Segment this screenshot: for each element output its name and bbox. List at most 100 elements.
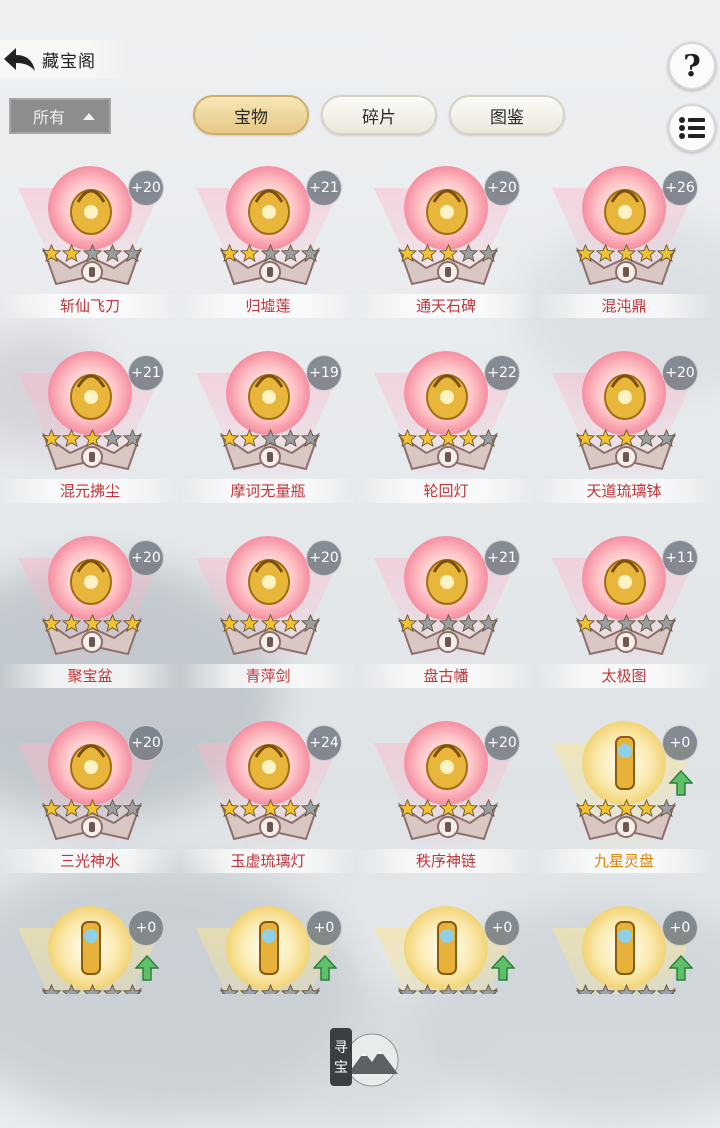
star-rating <box>398 614 498 633</box>
sword-icon <box>248 559 290 605</box>
treasure-item[interactable]: +20 秩序神链 <box>356 713 536 899</box>
star-filled-icon <box>62 244 82 263</box>
treasure-item[interactable]: +11 太极图 <box>534 528 714 714</box>
star-rating <box>42 244 142 263</box>
star-rating <box>220 984 320 994</box>
item-name: 三光神水 <box>0 849 180 873</box>
caret-up-icon <box>83 112 96 120</box>
enhance-level-badge: +22 <box>484 355 520 391</box>
tab-fragments[interactable]: 碎片 <box>321 95 437 135</box>
glass-bowl-icon <box>604 374 646 420</box>
enhance-level-badge: +20 <box>128 540 164 576</box>
enhance-level-badge: +20 <box>128 170 164 206</box>
treasure-item[interactable]: +20 聚宝盆 <box>0 528 180 714</box>
star-filled-icon <box>438 244 458 263</box>
treasure-item[interactable]: +0 九星灵盘 <box>534 713 714 899</box>
treasure-item[interactable]: +21 混元拂尘 <box>0 343 180 529</box>
lotus-icon <box>248 189 290 235</box>
star-empty-icon <box>220 984 239 994</box>
star-filled-icon <box>220 244 239 263</box>
star-empty-icon <box>596 614 616 633</box>
flying-blade-icon <box>70 189 112 235</box>
upgrade-arrow-icon[interactable] <box>669 769 693 797</box>
star-rating <box>576 244 676 263</box>
page-title: 藏宝阁 <box>42 51 96 72</box>
upgrade-arrow-icon[interactable] <box>313 954 337 982</box>
twin-swords-icon <box>437 921 457 975</box>
star-filled-icon <box>280 614 300 633</box>
upgrade-arrow-icon[interactable] <box>491 954 515 982</box>
star-empty-icon <box>42 984 61 994</box>
treasure-item[interactable]: +20 通天石碑 <box>356 158 536 344</box>
star-filled-icon <box>398 429 417 448</box>
treasure-item[interactable]: +20 三光神水 <box>0 713 180 899</box>
treasure-item[interactable]: +19 摩诃无量瓶 <box>178 343 358 529</box>
star-filled-icon <box>576 429 595 448</box>
star-filled-icon <box>616 429 636 448</box>
upgrade-arrow-icon[interactable] <box>135 954 159 982</box>
enhance-level-badge: +0 <box>662 910 698 946</box>
golden-staff-icon <box>259 921 279 975</box>
treasure-item[interactable]: +21 归墟莲 <box>178 158 358 344</box>
star-empty-icon <box>418 984 438 994</box>
star-filled-icon <box>82 799 102 818</box>
help-button[interactable]: ? <box>668 42 716 90</box>
tab-catalog[interactable]: 图鉴 <box>449 95 565 135</box>
star-empty-icon <box>301 429 320 448</box>
filter-dropdown[interactable]: 所有 <box>9 98 111 134</box>
enhance-level-badge: +0 <box>484 910 520 946</box>
treasure-item[interactable]: +22 轮回灯 <box>356 343 536 529</box>
star-empty-icon <box>458 244 478 263</box>
menu-list-button[interactable] <box>668 104 716 152</box>
tab-treasure[interactable]: 宝物 <box>193 95 309 135</box>
item-name: 斩仙飞刀 <box>0 294 180 318</box>
star-filled-icon <box>438 799 458 818</box>
star-empty-icon <box>240 984 260 994</box>
spear-icon <box>615 921 635 975</box>
star-empty-icon <box>102 429 122 448</box>
star-filled-icon <box>576 614 595 633</box>
star-filled-icon <box>438 429 458 448</box>
treasure-bowl-icon <box>70 559 112 605</box>
star-empty-icon <box>657 984 676 994</box>
treasure-item[interactable]: +0 <box>356 898 536 994</box>
star-rating <box>220 799 320 818</box>
star-empty-icon <box>418 614 438 633</box>
star-filled-icon <box>398 799 417 818</box>
star-empty-icon <box>62 984 82 994</box>
star-filled-icon <box>596 429 616 448</box>
treasure-item[interactable]: +20 斩仙飞刀 <box>0 158 180 344</box>
treasure-item[interactable]: +20 青萍剑 <box>178 528 358 714</box>
star-empty-icon <box>657 799 676 818</box>
star-filled-icon <box>636 244 656 263</box>
treasure-item[interactable]: +24 玉虚琉璃灯 <box>178 713 358 899</box>
star-filled-icon <box>458 799 478 818</box>
treasure-item[interactable]: +0 <box>0 898 180 994</box>
star-empty-icon <box>479 244 498 263</box>
star-rating <box>576 614 676 633</box>
tab-bar: 宝物 碎片 图鉴 <box>193 95 565 135</box>
enhance-level-badge: +21 <box>306 170 342 206</box>
jade-lamp-icon <box>248 744 290 790</box>
treasure-item[interactable]: +21 盘古幡 <box>356 528 536 714</box>
enhance-level-badge: +11 <box>662 540 698 576</box>
enhance-level-badge: +20 <box>484 725 520 761</box>
water-vase-icon <box>70 744 112 790</box>
back-arrow-icon <box>4 48 35 71</box>
star-empty-icon <box>301 614 320 633</box>
star-filled-icon <box>42 244 61 263</box>
treasure-item[interactable]: +26 混沌鼎 <box>534 158 714 344</box>
seek-treasure-button[interactable]: 寻 宝 <box>328 1022 404 1092</box>
star-empty-icon <box>479 984 498 994</box>
back-button[interactable]: 藏宝阁 <box>0 40 128 78</box>
treasure-item[interactable]: +0 <box>534 898 714 994</box>
star-rating <box>576 799 676 818</box>
treasure-item[interactable]: +20 天道琉璃钵 <box>534 343 714 529</box>
upgrade-arrow-icon[interactable] <box>669 954 693 982</box>
treasure-item[interactable]: +0 <box>178 898 358 994</box>
star-empty-icon <box>479 429 498 448</box>
star-filled-icon <box>596 799 616 818</box>
scroll-icon <box>604 559 646 605</box>
star-empty-icon <box>301 984 320 994</box>
star-filled-icon <box>62 799 82 818</box>
